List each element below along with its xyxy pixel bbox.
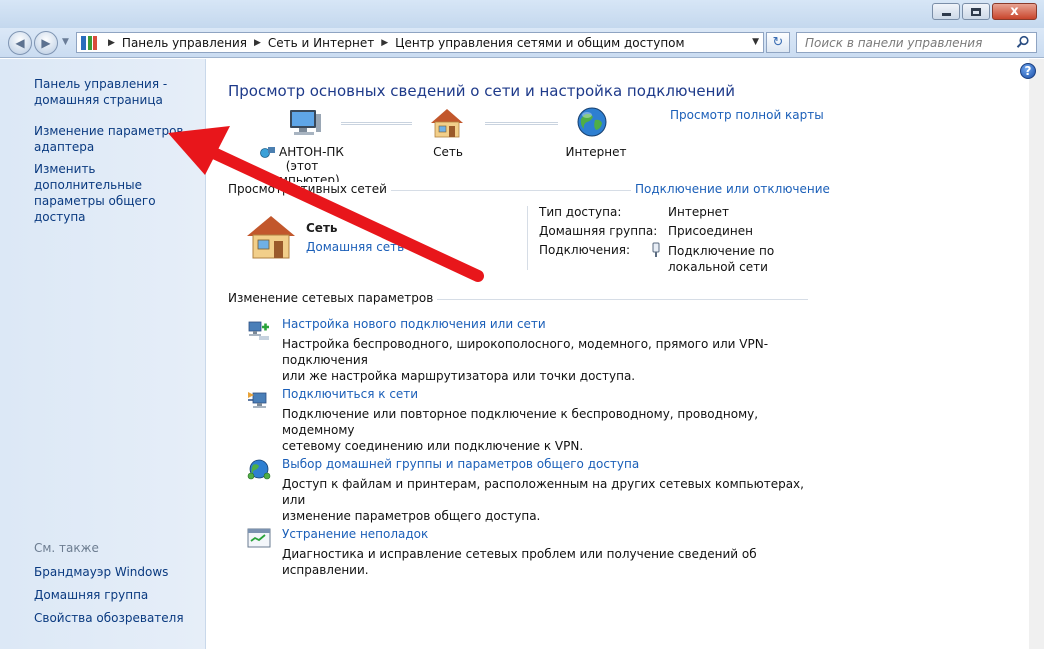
window-edge [1029,59,1044,649]
task-description: Доступ к файлам и принтерам, расположенн… [282,476,822,524]
forward-arrow-icon: ▶ [41,36,51,50]
troubleshoot-icon [247,528,271,548]
local-connection-link[interactable]: Подключение по локальной сети [668,243,774,275]
maximize-icon [971,7,981,16]
task-description-line: Диагностика и исправление сетевых пробле… [282,547,757,577]
active-networks-heading-tail: ктивных сетей [293,182,387,196]
sidebar-item-label: адаптера [34,140,95,154]
connect-disconnect-label: Подключение или отключение [635,182,830,196]
sidebar-item-label: Изменить дополнительные [34,162,142,192]
setup-new-connection-link[interactable]: Настройка нового подключения или сети [282,317,546,331]
internet-globe-icon [577,107,607,137]
search-icon[interactable] [1016,35,1030,49]
task-description-line: Подключение или повторное подключение к … [282,407,759,437]
internet-node-label: Интернет [565,145,627,159]
close-icon: x [1010,4,1019,19]
ethernet-icon [652,242,660,257]
active-networks-heading: Просмотр ктивных сетей [228,182,391,196]
recent-pages-dropdown-icon[interactable]: ▼ [62,37,69,47]
connections-label: Подключения: [539,243,631,257]
close-button[interactable]: x [992,3,1037,20]
computer-icon [290,110,321,135]
access-type-label: Тип доступа: [539,205,622,219]
sidebar-item-advanced-sharing[interactable]: Изменить дополнительные параметры общего… [34,161,205,225]
network-node-label: Сеть [433,145,463,159]
sidebar-item-label: домашняя страница [34,93,163,107]
control-panel-icon [81,35,97,50]
task-description: Подключение или повторное подключение к … [282,406,822,454]
network-globe-icon [260,147,276,158]
navigation-bar: ◀ ▶ ▼ ▶ Панель управления ▶ Сеть и Интер… [0,28,1044,58]
map-connection-line [341,122,412,125]
task-description-line: Настройка беспроводного, широкополосного… [282,337,769,367]
view-full-map-link[interactable]: Просмотр полной карты [670,108,824,122]
new-connection-icon [248,321,269,340]
window-controls: x [932,3,1037,20]
active-networks-heading-head: Просмотр [228,182,290,196]
task-description-line: изменение параметров общего доступа. [282,509,541,523]
breadcrumb-chevron-icon[interactable]: ▶ [381,38,388,48]
breadcrumb-network-internet[interactable]: Сеть и Интернет [268,36,374,50]
network-type-link[interactable]: Домашняя сеть [306,240,404,254]
search-placeholder: Поиск в панели управления [805,35,983,50]
task-description-line: сетевому соединению или подключение к VP… [282,439,584,453]
troubleshoot-link[interactable]: Устранение неполадок [282,527,428,541]
maximize-button[interactable] [962,3,990,20]
see-also-internet-options-link[interactable]: Свойства обозревателя [34,610,184,626]
page-title: Просмотр основных сведений о сети и наст… [228,82,735,100]
sidebar-item-control-panel-home[interactable]: Панель управления - домашняя страница [34,76,167,108]
task-description-line: или же настройка маршрутизатора или точк… [282,369,636,383]
map-connection-line [485,122,558,125]
change-settings-heading: Изменение сетевых параметров [228,291,438,305]
sidebar-item-label: параметры общего доступа [34,194,156,224]
connect-to-network-icon [248,392,267,408]
minimize-button[interactable] [932,3,960,20]
task-description: Настройка беспроводного, широкополосного… [282,336,822,384]
home-network-icon [431,109,463,138]
title-bar: x [0,0,1044,28]
homegroup-sharing-icon [247,459,271,480]
computer-name: АНТОН-ПК [279,145,344,159]
breadcrumb-network-center[interactable]: Центр управления сетями и общим доступом [395,36,684,50]
homegroup-label: Домашняя группа: [539,224,658,238]
active-network-name: Сеть [306,221,338,235]
local-connection-label: Подключение по [668,244,775,258]
task-description: Диагностика и исправление сетевых пробле… [282,546,822,578]
forward-button[interactable]: ▶ [34,31,58,55]
home-network-large-icon [247,216,295,259]
back-arrow-icon: ◀ [15,36,25,50]
breadcrumb-chevron-icon[interactable]: ▶ [254,38,261,48]
sidebar: Панель управления - домашняя страница Из… [0,59,206,649]
breadcrumb-control-panel[interactable]: Панель управления [122,36,247,50]
connect-to-network-link[interactable]: Подключиться к сети [282,387,418,401]
address-bar[interactable]: ▶ Панель управления ▶ Сеть и Интернет ▶ … [76,32,764,53]
homegroup-sharing-link[interactable]: Выбор домашней группы и параметров общег… [282,457,639,471]
back-button[interactable]: ◀ [8,31,32,55]
see-also-homegroup-link[interactable]: Домашняя группа [34,587,148,603]
breadcrumb-chevron-icon[interactable]: ▶ [108,38,115,48]
sidebar-item-label: Изменение параметров [34,124,184,138]
see-also-heading: См. также [34,541,99,555]
this-computer-node: АНТОН-ПК (этот компьютер) [252,145,352,187]
help-icon[interactable]: ? [1020,63,1036,79]
task-description-line: Доступ к файлам и принтерам, расположенн… [282,477,804,507]
homegroup-joined-link[interactable]: Присоединен [668,224,753,238]
sidebar-item-label: Панель управления - [34,77,168,91]
refresh-icon: ↻ [772,35,784,50]
sidebar-item-change-adapter-settings[interactable]: Изменение параметров адаптера [34,123,184,155]
minimize-icon [941,13,951,16]
vertical-divider [527,206,528,270]
address-dropdown-icon[interactable]: ▼ [752,37,759,47]
local-connection-label: локальной сети [668,260,768,274]
connect-disconnect-link[interactable]: Подключение или отключение [631,182,834,196]
search-box[interactable]: Поиск в панели управления [796,32,1037,53]
access-type-value: Интернет [668,205,730,219]
refresh-button[interactable]: ↻ [766,32,790,53]
see-also-firewall-link[interactable]: Брандмауэр Windows [34,564,168,580]
